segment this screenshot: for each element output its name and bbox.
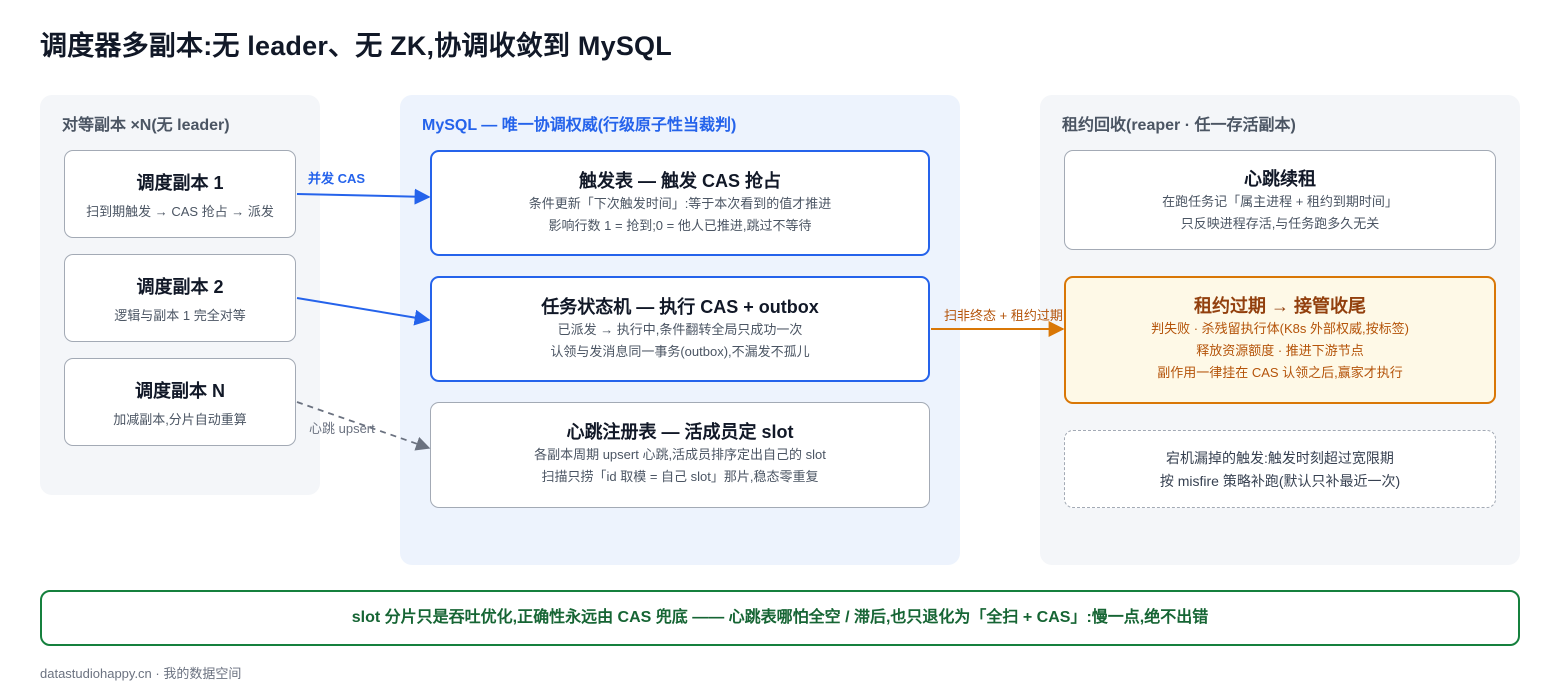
edge-replica1-to-trigger bbox=[296, 188, 431, 205]
connector-layer bbox=[296, 188, 1065, 451]
footer-conclusion: slot 分片只是吞吐优化,正确性永远由 CAS 兜底 —— 心跳表哪怕全空 /… bbox=[40, 590, 1520, 646]
edge-replica2-to-task-state bbox=[296, 297, 431, 326]
edge-label-heartbeat-upsert: 心跳 upsert bbox=[309, 421, 375, 436]
edge-label-concurrent-cas: 并发 CAS bbox=[308, 171, 366, 186]
source-credit: datastudiohappy.cn · 我的数据空间 bbox=[40, 666, 242, 681]
edge-label-scan-non-terminal: 扫非终态 + 租约过期 bbox=[944, 308, 1063, 323]
